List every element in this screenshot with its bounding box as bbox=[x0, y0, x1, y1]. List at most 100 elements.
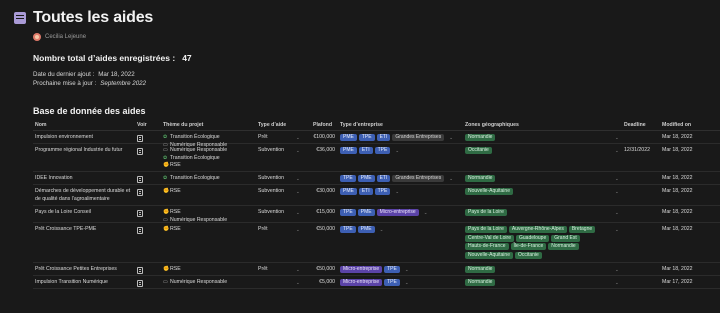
company-type-tag: TPE bbox=[340, 209, 356, 217]
row-name[interactable]: Démarches de développement durable et de… bbox=[35, 188, 135, 203]
chevron-down-icon: ⌄ bbox=[296, 148, 300, 153]
theme-cell[interactable]: ✊ RSE bbox=[163, 266, 181, 274]
theme-cell[interactable]: ✊ RSE ▭ Numérique Responsable bbox=[163, 209, 227, 224]
company-type-cell[interactable]: TPE PME Micro-entreprise ⌄ bbox=[340, 209, 462, 217]
zones-cell[interactable]: Normandie bbox=[465, 266, 613, 273]
aid-type-select[interactable]: Prêt ⌄ bbox=[258, 266, 300, 274]
zones-cell[interactable]: Nouvelle-Aquitaine bbox=[465, 188, 613, 195]
row-name[interactable]: Impulsion environnement bbox=[35, 134, 135, 142]
company-type-tag: Micro-entreprise bbox=[376, 209, 419, 217]
column-plafond[interactable]: Plafond bbox=[313, 122, 332, 128]
view-button[interactable] bbox=[137, 176, 143, 183]
column-type-entreprise[interactable]: Type d’entreprise bbox=[340, 122, 383, 128]
row-name[interactable]: Prêt Croissance Petites Entreprises bbox=[35, 266, 135, 274]
row-name[interactable]: Impulsion Transition Numérique bbox=[35, 279, 135, 287]
zones-chevron[interactable]: ⌄ bbox=[615, 209, 619, 218]
theme-cell[interactable]: ▭ Numérique Responsable ✿ Transition Écolog… bbox=[163, 147, 227, 170]
zones-cell[interactable]: Normandie bbox=[465, 279, 613, 286]
zones-cell[interactable]: Normandie bbox=[465, 175, 613, 182]
theme-cell[interactable]: ✊ RSE bbox=[163, 188, 181, 196]
view-button[interactable] bbox=[137, 135, 143, 142]
column-nom[interactable]: Nom bbox=[35, 122, 47, 128]
chevron-down-icon: ⌄ bbox=[615, 176, 619, 181]
table-row[interactable]: Impulsion Transition Numérique ▭ Numérique… bbox=[33, 276, 720, 289]
zones-cell[interactable]: Pays de la Loire bbox=[465, 209, 613, 216]
table-row[interactable]: Impulsion environnement ✿ Transition Écolo… bbox=[33, 131, 720, 148]
view-button[interactable] bbox=[137, 189, 143, 196]
table-row[interactable]: Démarches de développement durable et de… bbox=[33, 185, 720, 206]
table-row[interactable]: Prêt Croissance Petites Entreprises ✊ RSE P… bbox=[33, 263, 720, 276]
view-button[interactable] bbox=[137, 280, 143, 287]
modified-value: Mar 18, 2022 bbox=[662, 266, 693, 272]
theme-cell[interactable]: ▭ Numérique Responsable bbox=[163, 279, 227, 287]
theme-label: Numérique Responsable bbox=[170, 147, 228, 153]
theme-cell[interactable]: ✊ RSE bbox=[163, 226, 181, 234]
company-type-cell[interactable]: PME ETI TPE ⌄ bbox=[340, 147, 462, 155]
deadline-value[interactable]: 12/31/2022 bbox=[624, 147, 650, 155]
zones-cell[interactable]: Pays de la Loire Auvergne-Rhône-Alpes Bret… bbox=[465, 226, 613, 259]
company-type-tag: TPE bbox=[358, 134, 375, 142]
aid-type-select[interactable]: Subvention ⌄ bbox=[258, 175, 300, 183]
aid-type-select[interactable]: Subvention ⌄ bbox=[258, 188, 300, 196]
zones-cell[interactable]: Normandie bbox=[465, 134, 613, 141]
company-type-cell[interactable]: TPE PME ETI Grandes Entreprises ⌄ bbox=[340, 175, 462, 183]
column-type-aide[interactable]: Type d’aide bbox=[258, 122, 286, 128]
company-type-tag: TPE bbox=[384, 279, 400, 287]
view-button[interactable] bbox=[137, 210, 143, 217]
view-button[interactable] bbox=[137, 227, 143, 234]
zones-cell[interactable]: Occitanie bbox=[465, 147, 613, 154]
column-deadline[interactable]: Deadline bbox=[624, 122, 646, 128]
aid-type-select[interactable]: Subvention ⌄ bbox=[258, 209, 300, 217]
table-row[interactable]: Pays de la Loire Conseil ✊ RSE ▭ Numérique R… bbox=[33, 206, 720, 223]
next-update-label: Prochaine mise à jour : bbox=[33, 80, 97, 87]
author[interactable]: Cecilia Lejeune bbox=[33, 33, 86, 41]
page-icon bbox=[137, 176, 143, 183]
column-zones[interactable]: Zones géographiques bbox=[465, 122, 519, 128]
theme-cell[interactable]: ✿ Transition Écologique bbox=[163, 175, 220, 183]
zone-tag: Occitanie bbox=[465, 147, 492, 154]
company-type-cell[interactable]: Micro-entreprise TPE ⌄ bbox=[340, 266, 462, 274]
arm-icon: ✊ bbox=[163, 209, 170, 215]
database-title: Base de donnée des aides bbox=[33, 106, 146, 116]
aid-type-select[interactable]: Subvention ⌄ bbox=[258, 147, 300, 155]
zones-chevron[interactable]: ⌄ bbox=[615, 175, 619, 184]
chevron-down-icon: ⌄ bbox=[615, 135, 619, 140]
page-icon bbox=[137, 210, 143, 217]
zones-chevron[interactable]: ⌄ bbox=[615, 226, 619, 235]
zones-chevron[interactable]: ⌄ bbox=[615, 188, 619, 197]
aid-type-select[interactable]: Prêt ⌄ bbox=[258, 134, 300, 142]
ceiling-value: €30,000 bbox=[316, 188, 335, 194]
row-name[interactable]: Prêt Croissance TPE-PME bbox=[35, 226, 135, 234]
zones-chevron[interactable]: ⌄ bbox=[615, 279, 619, 288]
modified-value: Mar 18, 2022 bbox=[662, 188, 693, 194]
ceiling-value: €5,000 bbox=[319, 279, 335, 285]
aid-type-value: Prêt bbox=[258, 134, 268, 140]
company-type-tag: PME bbox=[357, 209, 375, 217]
column-modified[interactable]: Modified on bbox=[662, 122, 691, 128]
table-row[interactable]: Programme régional Industrie du futur ▭ Nu… bbox=[33, 144, 720, 172]
company-type-cell[interactable]: TPE PME ⌄ bbox=[340, 226, 462, 234]
company-type-cell[interactable]: PME ETI TPE ⌄ bbox=[340, 188, 462, 196]
row-name[interactable]: Programme régional Industrie du futur bbox=[35, 147, 135, 155]
company-type-cell[interactable]: PME TPE ETI Grandes Entreprises ⌄ bbox=[340, 134, 462, 142]
row-name[interactable]: IDEE Innovation bbox=[35, 175, 135, 183]
column-theme[interactable]: Thème du projet bbox=[163, 122, 203, 128]
table-row[interactable]: Prêt Croissance TPE-PME ✊ RSE Prêt ⌄ €50,000 T… bbox=[33, 223, 720, 263]
chevron-down-icon: ⌄ bbox=[296, 280, 300, 285]
chevron-down-icon: ⌄ bbox=[379, 227, 384, 232]
zones-chevron[interactable]: ⌄ bbox=[615, 134, 619, 143]
table-row[interactable]: IDEE Innovation ✿ Transition Écologique Sub… bbox=[33, 172, 720, 185]
zone-tag: Île-de-France bbox=[510, 243, 547, 250]
aid-type-select[interactable]: Prêt ⌄ bbox=[258, 226, 300, 234]
column-voir[interactable]: Voir bbox=[137, 122, 147, 128]
row-name[interactable]: Pays de la Loire Conseil bbox=[35, 209, 135, 217]
view-button[interactable] bbox=[137, 148, 143, 155]
page-icon bbox=[137, 227, 143, 234]
company-type-cell[interactable]: Micro-entreprise TPE ⌄ bbox=[340, 279, 462, 287]
aid-type-select[interactable]: ⌄ bbox=[258, 279, 300, 287]
zones-chevron[interactable]: ⌄ bbox=[615, 266, 619, 275]
view-button[interactable] bbox=[137, 267, 143, 274]
theme-label: RSE bbox=[170, 209, 181, 215]
company-type-tag: Grandes Entreprises bbox=[392, 175, 445, 183]
zones-chevron[interactable]: ⌄ bbox=[615, 147, 619, 156]
